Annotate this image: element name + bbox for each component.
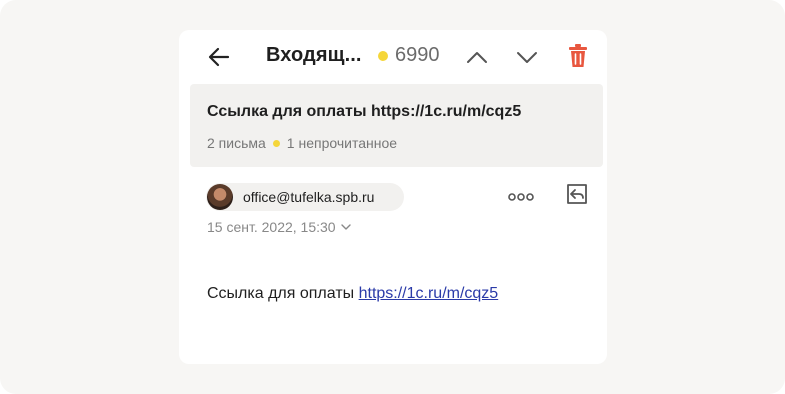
previous-message-button[interactable] [465,46,489,68]
more-dots-icon [508,193,534,201]
unread-label: 1 непрочитанное [286,135,398,151]
message-date-text: 15 сент. 2022, 15:30 [207,219,336,235]
message-body: Ссылка для оплаты https://1c.ru/m/cqz5 [207,285,498,303]
thread-header: Ссылка для оплаты https://1c.ru/m/cqz5 2… [190,84,603,167]
unread-count: 6990 [395,44,440,66]
next-message-button[interactable] [515,46,539,68]
sender-chip[interactable]: office@tufelka.spb.ru [206,183,404,211]
unread-indicator-dot [378,51,388,61]
chevron-down-icon [517,52,537,63]
trash-icon [569,44,587,67]
delete-button[interactable] [567,43,589,69]
folder-title[interactable]: Входящ... [266,44,362,67]
message-date[interactable]: 15 сент. 2022, 15:30 [207,219,351,235]
back-button[interactable] [207,46,231,68]
unread-dot [272,139,280,147]
chevron-up-icon [467,52,487,63]
message-body-text: Ссылка для оплаты [207,285,359,302]
letters-count: 2 письма [207,135,266,151]
thread-meta: 2 письма 1 непрочитанное [207,135,397,151]
reply-icon [567,184,587,204]
reply-button[interactable] [564,181,590,207]
arrow-left-icon [208,47,230,67]
page-background: Входящ... 6990 Ссылка для оплаты https:/… [0,0,785,394]
more-actions-button[interactable] [508,190,534,202]
thread-subject: Ссылка для оплаты https://1c.ru/m/cqz5 [207,103,522,120]
chevron-down-icon [340,223,351,230]
sender-email: office@tufelka.spb.ru [243,189,375,205]
payment-link[interactable]: https://1c.ru/m/cqz5 [359,285,499,302]
avatar [207,184,233,210]
message-toolbar: Входящ... 6990 [179,30,607,84]
mail-card: Входящ... 6990 Ссылка для оплаты https:/… [179,30,607,364]
